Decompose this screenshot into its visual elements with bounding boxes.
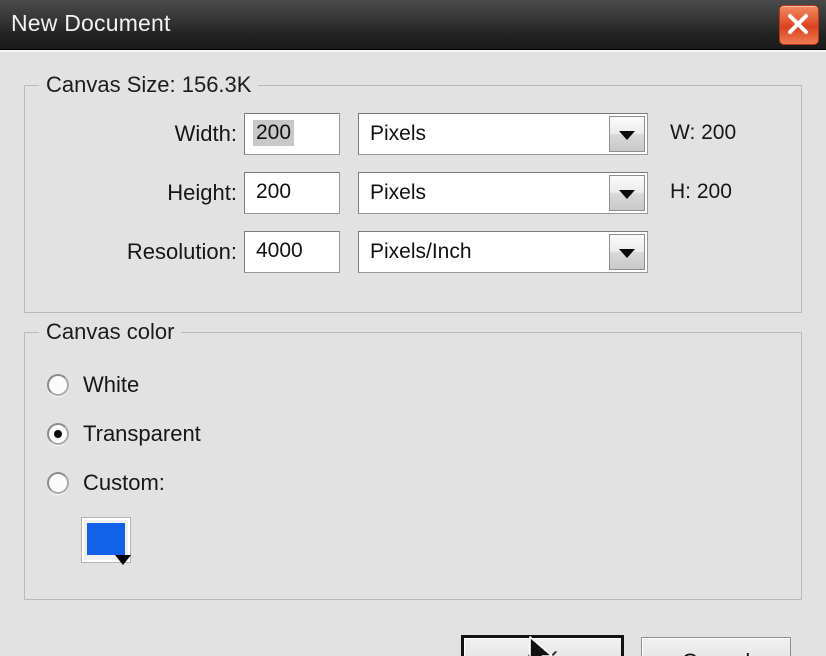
chevron-down-icon[interactable] <box>609 116 645 152</box>
height-unit-select[interactable]: Pixels <box>358 172 648 214</box>
resolution-unit-value: Pixels/Inch <box>370 240 472 263</box>
canvas-size-group: Canvas Size: 156.3K Width: 200 Pixels W:… <box>24 72 802 313</box>
window-title: New Document <box>11 10 171 36</box>
height-unit-value: Pixels <box>370 181 427 204</box>
width-value: 200 <box>253 120 295 146</box>
resolution-unit-select[interactable]: Pixels/Inch <box>358 231 648 273</box>
height-label: Height: <box>167 180 237 205</box>
width-unit-select[interactable]: Pixels <box>358 113 648 155</box>
width-input[interactable]: 200 <box>244 113 340 155</box>
canvas-color-legend: Canvas color <box>39 319 182 345</box>
radio-white-icon[interactable] <box>47 374 69 396</box>
height-readout: H: 200 <box>670 180 732 203</box>
width-unit-value: Pixels <box>370 122 427 145</box>
dialog-body: Canvas Size: 156.3K Width: 200 Pixels W:… <box>0 50 826 656</box>
new-document-dialog: New Document Canvas Size: 156.3K Width: … <box>0 0 826 656</box>
resolution-label: Resolution: <box>126 239 237 264</box>
resolution-value: 4000 <box>256 239 303 262</box>
canvas-color-group: Canvas color White Transparent Custom: <box>24 319 802 600</box>
radio-custom-icon[interactable] <box>47 472 69 494</box>
custom-color-swatch-button[interactable] <box>82 518 131 565</box>
chevron-down-icon[interactable] <box>115 555 131 565</box>
width-readout: W: 200 <box>670 121 737 144</box>
cancel-button[interactable]: Cancel <box>641 637 791 656</box>
height-row: Height: 200 Pixels H: 200 <box>25 172 801 216</box>
color-swatch <box>87 523 125 555</box>
width-row: Width: 200 Pixels W: 200 <box>25 113 801 157</box>
cancel-button-label: Cancel <box>682 649 750 656</box>
height-value: 200 <box>256 180 292 203</box>
radio-transparent-icon[interactable] <box>47 423 69 445</box>
resolution-input[interactable]: 4000 <box>244 231 340 273</box>
radio-custom-label: Custom: <box>83 470 165 495</box>
chevron-down-icon[interactable] <box>609 175 645 211</box>
close-icon[interactable] <box>779 5 819 45</box>
chevron-down-icon[interactable] <box>609 234 645 270</box>
ok-button[interactable]: OK <box>461 635 624 656</box>
ok-button-label: OK <box>464 638 621 656</box>
width-label: Width: <box>174 121 237 146</box>
resolution-row: Resolution: 4000 Pixels/Inch <box>25 231 801 275</box>
radio-transparent-label: Transparent <box>83 421 201 446</box>
height-input[interactable]: 200 <box>244 172 340 214</box>
title-bar: New Document <box>0 0 826 50</box>
radio-white-label: White <box>83 372 140 397</box>
canvas-size-legend: Canvas Size: 156.3K <box>39 72 259 98</box>
